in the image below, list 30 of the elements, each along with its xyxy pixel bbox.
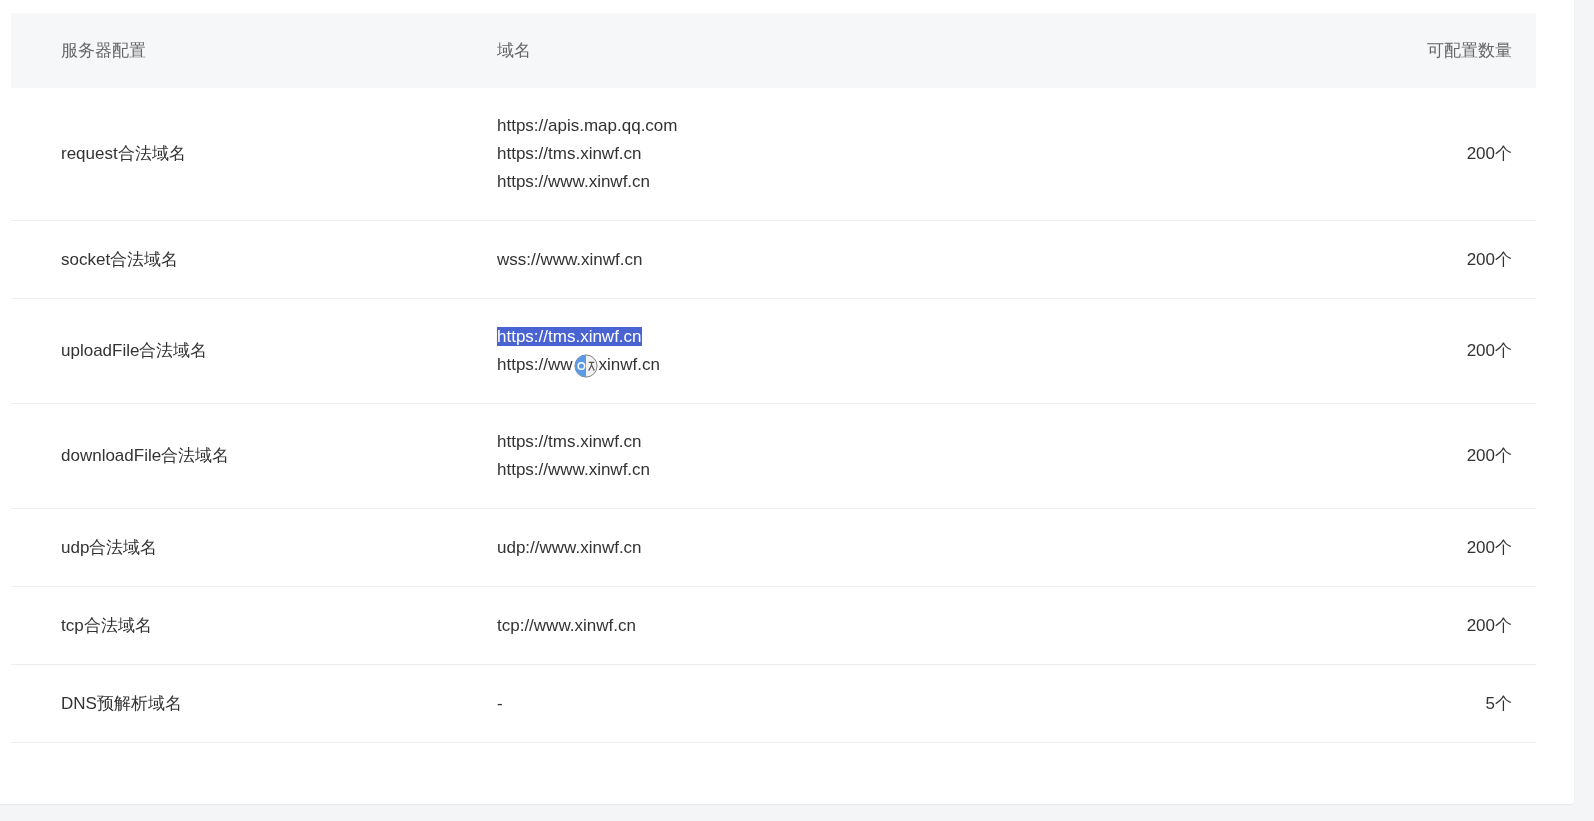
domain-text: tcp://www.xinwf.cn xyxy=(497,615,636,635)
table-cell: DNS预解析域名 xyxy=(61,693,182,713)
domain-text: udp://www.xinwf.cn xyxy=(497,537,642,557)
translate-icon[interactable] xyxy=(573,353,598,378)
table-cell: 200个 xyxy=(1466,341,1512,361)
table-cell: request合法域名 xyxy=(61,144,186,164)
table-cell: udp合法域名 xyxy=(61,537,158,557)
table-cell: 200个 xyxy=(1466,537,1512,557)
domain-text: wss://www.xinwf.cn xyxy=(497,249,643,269)
domain-text: https://www.xinwf.cn xyxy=(497,460,651,479)
table-cell: downloadFile合法域名 xyxy=(61,446,230,466)
table-cell: socket合法域名 xyxy=(61,249,179,269)
column-header: 可配置数量 xyxy=(1427,40,1512,60)
domain-text: https://tms.xinwf.cn xyxy=(497,432,642,451)
table-cell: tcp合法域名 xyxy=(61,615,152,635)
domain-text: https://tms.xinwf.cn xyxy=(497,144,642,163)
domain-text: xinwf.cn xyxy=(598,355,660,374)
table-cell: 200个 xyxy=(1466,144,1512,164)
domain-text: - xyxy=(497,693,503,713)
domain-text: https://ww xyxy=(497,355,573,374)
domain-text: https://tms.xinwf.cn xyxy=(497,327,642,346)
table-cell: 5个 xyxy=(1485,693,1512,713)
table-cell: 200个 xyxy=(1466,615,1512,635)
table-cell: uploadFile合法域名 xyxy=(61,341,208,361)
column-header: 服务器配置 xyxy=(61,40,146,60)
domain-text: https://www.xinwf.cn xyxy=(497,172,651,191)
table-cell: 200个 xyxy=(1466,249,1512,269)
domain-text: https://apis.map.qq.com xyxy=(497,116,678,135)
column-header: 域名 xyxy=(497,40,531,60)
table-cell: 200个 xyxy=(1466,446,1512,466)
